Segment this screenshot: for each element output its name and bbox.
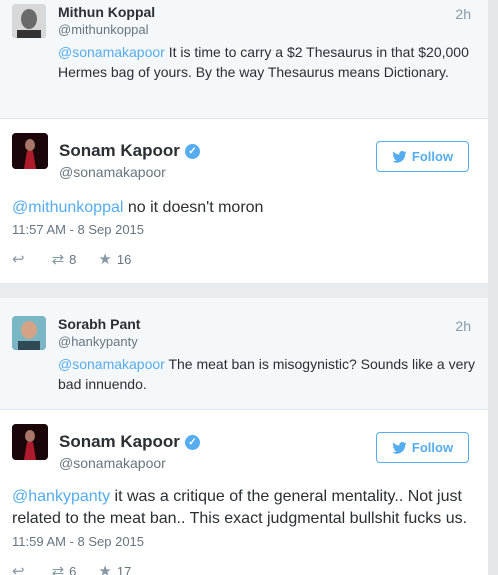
reply-text-part: It is time to carry a $2 Thesaurus in th…	[164, 44, 415, 60]
avatar[interactable]	[12, 4, 46, 38]
follow-button[interactable]: Follow	[376, 141, 469, 172]
reply-text-part: The meat ban is misogynistic? Sounds lik…	[164, 356, 445, 372]
retweet-count: 6	[69, 563, 77, 575]
follow-label[interactable]: Follow	[412, 440, 453, 455]
star-icon: ★	[98, 251, 112, 268]
favorite-button[interactable]: ★ 16	[98, 250, 131, 268]
reply-tweet-card[interactable]: Mithun Koppal @mithunkoppal 2h @sonamaka…	[0, 0, 488, 119]
reply-author-handle[interactable]: @hankypanty	[58, 334, 138, 349]
reply-author-name[interactable]: Mithun Koppal	[58, 4, 155, 20]
author-handle[interactable]: @sonamakapoor	[59, 455, 166, 471]
favorite-button[interactable]: ★ 17	[98, 562, 131, 575]
tweet-text: @mithunkoppal no it doesn't moron	[12, 197, 478, 219]
favorite-count: 17	[116, 563, 132, 575]
mention-link[interactable]: @sonamakapoor	[58, 44, 165, 60]
reply-icon: ↩	[12, 251, 25, 268]
retweet-icon: ⇄	[51, 251, 65, 268]
retweet-icon: ⇄	[51, 563, 65, 575]
follow-label[interactable]: Follow	[412, 149, 453, 164]
main-tweet-card: Sonam Kapoor ✓ @sonamakapoor Follow @mith…	[0, 119, 488, 283]
verified-badge-icon: ✓	[184, 435, 200, 450]
author-handle[interactable]: @sonamakapoor	[59, 164, 166, 180]
verified-badge-icon: ✓	[184, 144, 200, 159]
scrollbar[interactable]	[488, 0, 498, 575]
avatar[interactable]	[12, 316, 46, 350]
mention-link[interactable]: @hankypanty	[12, 488, 110, 505]
tweet-text: @hankypanty it was a critique of the gen…	[12, 486, 478, 530]
reply-button[interactable]: ↩	[12, 562, 30, 575]
main-tweet-card: Sonam Kapoor ✓ @sonamakapoor Follow @hank…	[0, 410, 488, 575]
tweet-actions: ↩ ⇄ 6 ★ 17	[12, 562, 153, 575]
reply-timestamp[interactable]: 2h	[455, 318, 471, 334]
author-name-text[interactable]: Sonam Kapoor	[59, 432, 180, 451]
tweet-actions: ↩ ⇄ 8 ★ 16	[12, 250, 153, 268]
reply-author-handle[interactable]: @mithunkoppal	[58, 22, 149, 37]
tweet-timestamp[interactable]: 11:59 AM - 8 Sep 2015	[12, 534, 144, 549]
star-icon: ★	[98, 563, 112, 575]
retweet-button[interactable]: ⇄ 6	[52, 562, 77, 575]
reply-tweet-card[interactable]: Sorabh Pant @hankypanty 2h @sonamakapoor…	[0, 298, 488, 410]
twitter-bird-icon	[392, 150, 407, 163]
reply-button[interactable]: ↩	[12, 250, 30, 268]
avatar[interactable]	[12, 424, 48, 460]
tweet-text-part: no it doesn't moron	[123, 199, 264, 216]
tweet-timestamp[interactable]: 11:57 AM - 8 Sep 2015	[12, 222, 144, 237]
reply-author-name[interactable]: Sorabh Pant	[58, 316, 140, 332]
retweet-button[interactable]: ⇄ 8	[52, 250, 77, 268]
reply-text: @sonamakapoor The meat ban is misogynist…	[58, 354, 478, 394]
reply-text: @sonamakapoor It is time to carry a $2 T…	[58, 42, 478, 82]
mention-link[interactable]: @sonamakapoor	[58, 356, 165, 372]
tweet-separator	[0, 283, 488, 298]
reply-timestamp[interactable]: 2h	[455, 6, 471, 22]
twitter-bird-icon	[392, 441, 407, 454]
avatar[interactable]	[12, 133, 48, 169]
follow-button[interactable]: Follow	[376, 432, 469, 463]
author-name-text[interactable]: Sonam Kapoor	[59, 141, 180, 160]
favorite-count: 16	[116, 251, 132, 267]
retweet-count: 8	[69, 251, 77, 267]
author-name[interactable]: Sonam Kapoor ✓	[59, 141, 200, 161]
mention-link[interactable]: @mithunkoppal	[12, 199, 123, 216]
reply-icon: ↩	[12, 563, 25, 575]
author-name[interactable]: Sonam Kapoor ✓	[59, 432, 200, 452]
